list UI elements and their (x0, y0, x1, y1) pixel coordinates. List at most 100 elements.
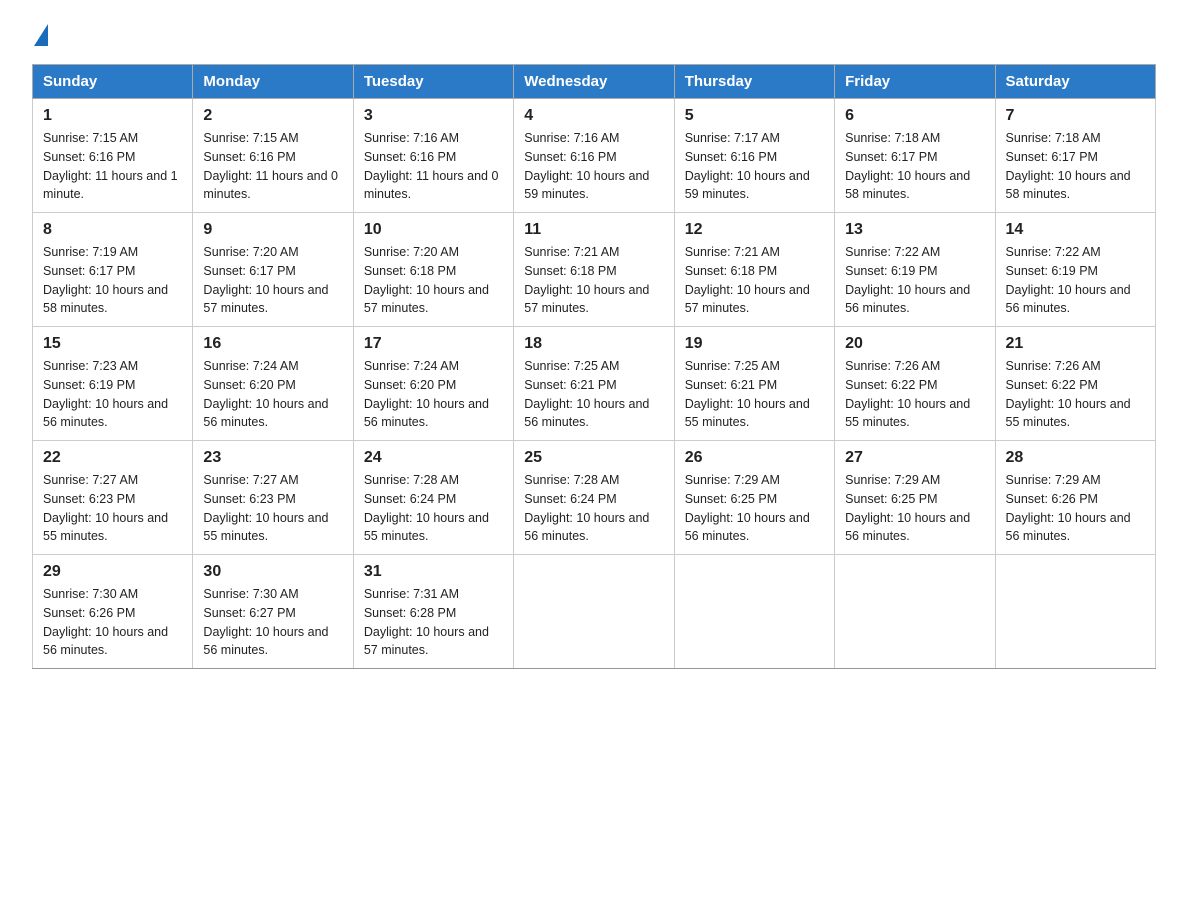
calendar-cell: 24 Sunrise: 7:28 AMSunset: 6:24 PMDayligh… (353, 441, 513, 555)
day-info: Sunrise: 7:26 AMSunset: 6:22 PMDaylight:… (1006, 357, 1145, 432)
col-header-sunday: Sunday (33, 65, 193, 99)
col-header-saturday: Saturday (995, 65, 1155, 99)
calendar-week-row: 15 Sunrise: 7:23 AMSunset: 6:19 PMDayligh… (33, 327, 1156, 441)
day-number: 9 (203, 221, 342, 239)
day-number: 2 (203, 107, 342, 125)
day-number: 12 (685, 221, 824, 239)
calendar-cell: 19 Sunrise: 7:25 AMSunset: 6:21 PMDayligh… (674, 327, 834, 441)
day-info: Sunrise: 7:15 AMSunset: 6:16 PMDaylight:… (203, 129, 342, 204)
calendar-cell: 10Sunrise: 7:20 AMSunset: 6:18 PMDayligh… (353, 213, 513, 327)
day-number: 7 (1006, 107, 1145, 125)
col-header-monday: Monday (193, 65, 353, 99)
col-header-tuesday: Tuesday (353, 65, 513, 99)
logo-triangle-icon (34, 24, 48, 46)
day-number: 26 (685, 449, 824, 467)
calendar-cell: 13Sunrise: 7:22 AMSunset: 6:19 PMDayligh… (835, 213, 995, 327)
day-number: 24 (364, 449, 503, 467)
logo (32, 24, 49, 46)
day-info: Sunrise: 7:22 AMSunset: 6:19 PMDaylight:… (1006, 243, 1145, 318)
day-number: 22 (43, 449, 182, 467)
day-info: Sunrise: 7:21 AMSunset: 6:18 PMDaylight:… (685, 243, 824, 318)
day-number: 8 (43, 221, 182, 239)
calendar-header-row: SundayMondayTuesdayWednesdayThursdayFrid… (33, 65, 1156, 99)
day-number: 20 (845, 335, 984, 353)
calendar-cell: 17Sunrise: 7:24 AMSunset: 6:20 PMDayligh… (353, 327, 513, 441)
calendar-cell (995, 555, 1155, 669)
calendar-cell (835, 555, 995, 669)
calendar-cell: 8 Sunrise: 7:19 AMSunset: 6:17 PMDaylight… (33, 213, 193, 327)
calendar-cell (514, 555, 674, 669)
calendar-cell: 21Sunrise: 7:26 AMSunset: 6:22 PMDayligh… (995, 327, 1155, 441)
calendar-week-row: 8 Sunrise: 7:19 AMSunset: 6:17 PMDaylight… (33, 213, 1156, 327)
calendar-cell: 14 Sunrise: 7:22 AMSunset: 6:19 PMDayligh… (995, 213, 1155, 327)
col-header-thursday: Thursday (674, 65, 834, 99)
calendar-cell: 11Sunrise: 7:21 AMSunset: 6:18 PMDayligh… (514, 213, 674, 327)
calendar-cell: 22 Sunrise: 7:27 AMSunset: 6:23 PMDayligh… (33, 441, 193, 555)
calendar-week-row: 1 Sunrise: 7:15 AMSunset: 6:16 PMDaylight… (33, 99, 1156, 213)
day-number: 16 (203, 335, 342, 353)
logo-text (32, 24, 49, 46)
day-info: Sunrise: 7:15 AMSunset: 6:16 PMDaylight:… (43, 129, 182, 204)
calendar-cell: 2 Sunrise: 7:15 AMSunset: 6:16 PMDaylight… (193, 99, 353, 213)
calendar-cell: 29Sunrise: 7:30 AMSunset: 6:26 PMDayligh… (33, 555, 193, 669)
calendar-cell: 4Sunrise: 7:16 AMSunset: 6:16 PMDaylight… (514, 99, 674, 213)
day-number: 6 (845, 107, 984, 125)
day-info: Sunrise: 7:20 AMSunset: 6:18 PMDaylight:… (364, 243, 503, 318)
day-number: 25 (524, 449, 663, 467)
day-info: Sunrise: 7:24 AMSunset: 6:20 PMDaylight:… (203, 357, 342, 432)
day-info: Sunrise: 7:17 AMSunset: 6:16 PMDaylight:… (685, 129, 824, 204)
day-info: Sunrise: 7:25 AMSunset: 6:21 PMDaylight:… (685, 357, 824, 432)
day-number: 28 (1006, 449, 1145, 467)
calendar-cell: 20 Sunrise: 7:26 AMSunset: 6:22 PMDayligh… (835, 327, 995, 441)
day-number: 13 (845, 221, 984, 239)
day-info: Sunrise: 7:18 AMSunset: 6:17 PMDaylight:… (1006, 129, 1145, 204)
calendar-week-row: 22 Sunrise: 7:27 AMSunset: 6:23 PMDayligh… (33, 441, 1156, 555)
day-number: 29 (43, 563, 182, 581)
calendar-cell: 1 Sunrise: 7:15 AMSunset: 6:16 PMDaylight… (33, 99, 193, 213)
day-info: Sunrise: 7:26 AMSunset: 6:22 PMDaylight:… (845, 357, 984, 432)
day-info: Sunrise: 7:27 AMSunset: 6:23 PMDaylight:… (203, 471, 342, 546)
calendar-cell: 16 Sunrise: 7:24 AMSunset: 6:20 PMDayligh… (193, 327, 353, 441)
calendar-cell: 31 Sunrise: 7:31 AMSunset: 6:28 PMDayligh… (353, 555, 513, 669)
calendar-week-row: 29Sunrise: 7:30 AMSunset: 6:26 PMDayligh… (33, 555, 1156, 669)
calendar-cell: 5 Sunrise: 7:17 AMSunset: 6:16 PMDaylight… (674, 99, 834, 213)
day-number: 14 (1006, 221, 1145, 239)
calendar-cell: 3Sunrise: 7:16 AMSunset: 6:16 PMDaylight… (353, 99, 513, 213)
calendar-cell: 12 Sunrise: 7:21 AMSunset: 6:18 PMDayligh… (674, 213, 834, 327)
day-number: 19 (685, 335, 824, 353)
calendar-cell: 15 Sunrise: 7:23 AMSunset: 6:19 PMDayligh… (33, 327, 193, 441)
calendar-cell: 28 Sunrise: 7:29 AMSunset: 6:26 PMDayligh… (995, 441, 1155, 555)
day-info: Sunrise: 7:21 AMSunset: 6:18 PMDaylight:… (524, 243, 663, 318)
day-info: Sunrise: 7:25 AMSunset: 6:21 PMDaylight:… (524, 357, 663, 432)
day-info: Sunrise: 7:29 AMSunset: 6:25 PMDaylight:… (845, 471, 984, 546)
day-info: Sunrise: 7:28 AMSunset: 6:24 PMDaylight:… (524, 471, 663, 546)
day-info: Sunrise: 7:23 AMSunset: 6:19 PMDaylight:… (43, 357, 182, 432)
day-info: Sunrise: 7:31 AMSunset: 6:28 PMDaylight:… (364, 585, 503, 660)
calendar-cell: 27 Sunrise: 7:29 AMSunset: 6:25 PMDayligh… (835, 441, 995, 555)
day-info: Sunrise: 7:20 AMSunset: 6:17 PMDaylight:… (203, 243, 342, 318)
day-number: 4 (524, 107, 663, 125)
day-info: Sunrise: 7:27 AMSunset: 6:23 PMDaylight:… (43, 471, 182, 546)
day-number: 5 (685, 107, 824, 125)
day-number: 1 (43, 107, 182, 125)
day-number: 27 (845, 449, 984, 467)
page-header (32, 24, 1156, 46)
day-number: 31 (364, 563, 503, 581)
day-info: Sunrise: 7:28 AMSunset: 6:24 PMDaylight:… (364, 471, 503, 546)
day-info: Sunrise: 7:29 AMSunset: 6:26 PMDaylight:… (1006, 471, 1145, 546)
day-number: 23 (203, 449, 342, 467)
calendar-cell: 9 Sunrise: 7:20 AMSunset: 6:17 PMDaylight… (193, 213, 353, 327)
calendar-cell (674, 555, 834, 669)
calendar-cell: 7 Sunrise: 7:18 AMSunset: 6:17 PMDaylight… (995, 99, 1155, 213)
calendar-cell: 30Sunrise: 7:30 AMSunset: 6:27 PMDayligh… (193, 555, 353, 669)
calendar-cell: 23 Sunrise: 7:27 AMSunset: 6:23 PMDayligh… (193, 441, 353, 555)
col-header-wednesday: Wednesday (514, 65, 674, 99)
calendar-cell: 25 Sunrise: 7:28 AMSunset: 6:24 PMDayligh… (514, 441, 674, 555)
calendar-table: SundayMondayTuesdayWednesdayThursdayFrid… (32, 64, 1156, 669)
day-info: Sunrise: 7:30 AMSunset: 6:27 PMDaylight:… (203, 585, 342, 660)
day-info: Sunrise: 7:19 AMSunset: 6:17 PMDaylight:… (43, 243, 182, 318)
calendar-cell: 26Sunrise: 7:29 AMSunset: 6:25 PMDayligh… (674, 441, 834, 555)
day-number: 18 (524, 335, 663, 353)
col-header-friday: Friday (835, 65, 995, 99)
day-number: 15 (43, 335, 182, 353)
